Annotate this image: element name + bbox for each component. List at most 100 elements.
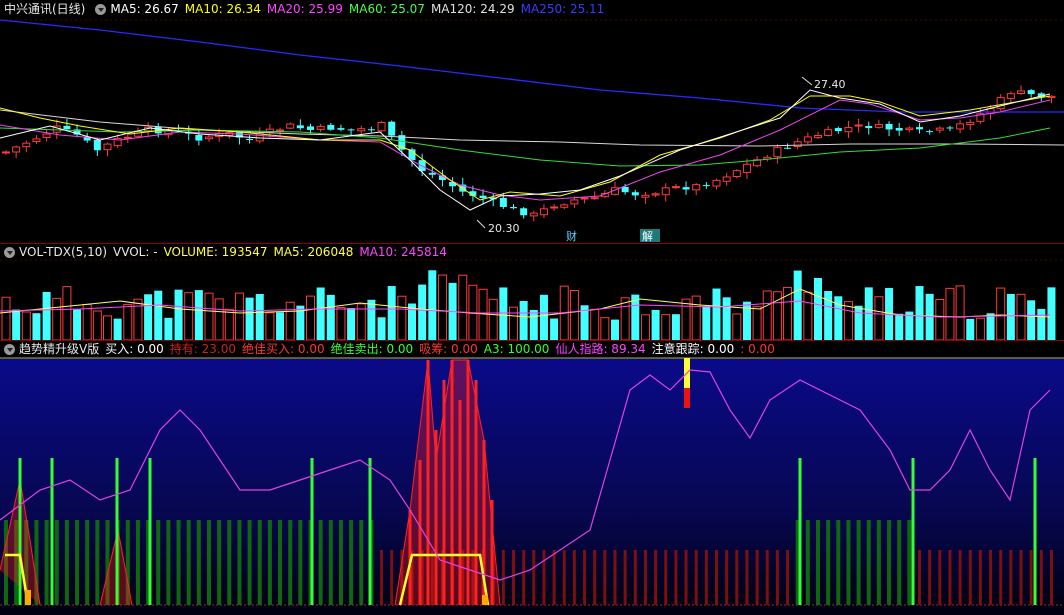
indicator-chart[interactable] (0, 340, 1064, 615)
volume-panel[interactable]: VOL-TDX(5,10) VVOL: - VOLUME: 193547 MA5… (0, 243, 1064, 340)
candle-body (1017, 90, 1025, 94)
stripe-red (948, 550, 952, 605)
ma-legend-item: MA5: 26.67 (110, 2, 179, 16)
stripe-green (897, 520, 902, 605)
candle-body (520, 208, 528, 216)
candle-body (641, 194, 650, 198)
volume-bar (214, 298, 224, 340)
volume-bar (224, 308, 234, 340)
stripe-red (1029, 550, 1033, 605)
vvol-value: VVOL: - (113, 245, 158, 259)
volume-bar (803, 291, 813, 340)
stripe-red (613, 550, 617, 605)
volume-bar (955, 285, 965, 340)
volume-bar (347, 308, 356, 340)
candle-body (367, 129, 375, 131)
stripe-green (866, 520, 871, 605)
candle-body (926, 131, 934, 133)
candle-body (966, 121, 975, 126)
volume-bar (814, 277, 822, 340)
ma20-line (0, 99, 1051, 201)
stripe-green (135, 520, 140, 605)
volume-bar (12, 309, 21, 340)
volume-bar (762, 290, 772, 340)
candle-body (854, 124, 863, 127)
stripe-green (288, 520, 293, 605)
chevron-down-icon[interactable] (4, 343, 15, 355)
candle-body (844, 127, 853, 133)
candle-body (722, 176, 731, 182)
candle-body (2, 151, 10, 154)
volume-bar (397, 295, 407, 340)
volume-bar (611, 319, 619, 340)
stripe-green (156, 520, 161, 605)
candle-body (671, 186, 680, 189)
stripe-green (85, 520, 90, 605)
candle-body (347, 129, 355, 131)
volume-bar (671, 314, 680, 340)
volume-bar (966, 318, 975, 340)
indicator-legend-item: 绝佳买入: 0.00 (242, 342, 325, 356)
high-marker (801, 76, 813, 86)
stripe-red (552, 550, 556, 605)
ma5-line (0, 89, 1051, 211)
candle-body (732, 170, 741, 177)
stripe-green (816, 520, 820, 605)
stripe-green (95, 520, 100, 605)
volume-bar (722, 297, 731, 340)
candle-body (276, 129, 285, 132)
volume-bar (752, 306, 762, 340)
volume-bar (550, 318, 559, 340)
stripe-green (75, 520, 80, 605)
stripe-red (1009, 550, 1013, 605)
volume-bar (428, 270, 437, 340)
chevron-down-icon[interactable] (95, 3, 107, 15)
candlestick-chart[interactable]: 27.40 20.30 财 解 (0, 0, 1064, 243)
volume-bar (742, 301, 751, 340)
volume-bar (133, 298, 143, 340)
indicator-legend-item: A3: 100.00 (483, 342, 550, 356)
stripe-red (786, 550, 790, 605)
top-marker (684, 388, 690, 408)
volume-bar (661, 314, 671, 340)
candle-body (42, 133, 51, 139)
volume-bar (245, 297, 254, 340)
candle-body (195, 135, 203, 141)
candle-body (205, 136, 213, 140)
volume-bar (113, 318, 122, 340)
stripe-red (522, 550, 526, 605)
chevron-down-icon[interactable] (4, 246, 15, 258)
stripe-red (1049, 550, 1053, 605)
indicator-legend-item: 买入: 0.00 (105, 342, 164, 356)
stripe-green (237, 520, 242, 605)
stripe-red (715, 550, 718, 605)
candle-body (479, 195, 487, 199)
indicator-panel[interactable]: 趋势精升级V版 买入: 0.00 持有: 23.00 绝佳买入: 0.00 绝佳卖出:… (0, 340, 1064, 615)
volume-bar (1047, 287, 1056, 340)
candle-body (702, 185, 710, 187)
candle-body (631, 192, 639, 196)
stripe-red (562, 550, 566, 605)
volume-bar (793, 270, 802, 340)
indicator-legend-item: 注意跟踪: 0.00 (651, 342, 735, 356)
candle-body (946, 127, 954, 129)
stripe-green (876, 520, 881, 605)
candle-body (895, 128, 903, 131)
candle-body (773, 146, 782, 158)
candle-body (682, 187, 690, 190)
volume-bar (975, 317, 985, 340)
volume-bar (123, 304, 133, 340)
stripe-green (856, 520, 861, 605)
stripe-green (217, 520, 222, 605)
candle-body (560, 204, 569, 208)
volume-bar (712, 288, 721, 340)
volume-bar (164, 317, 173, 340)
volume-bar (996, 287, 1006, 340)
price-chart-panel[interactable]: 中兴通讯(日线) MA5: 26.67 MA10: 26.34 MA20: 25.9… (0, 0, 1064, 243)
volume-bar (843, 301, 853, 340)
volume-bar (986, 313, 995, 340)
stripe-green (338, 520, 343, 605)
volume-bar (488, 298, 498, 340)
volume-bar (52, 297, 62, 340)
candle-body (590, 197, 599, 200)
